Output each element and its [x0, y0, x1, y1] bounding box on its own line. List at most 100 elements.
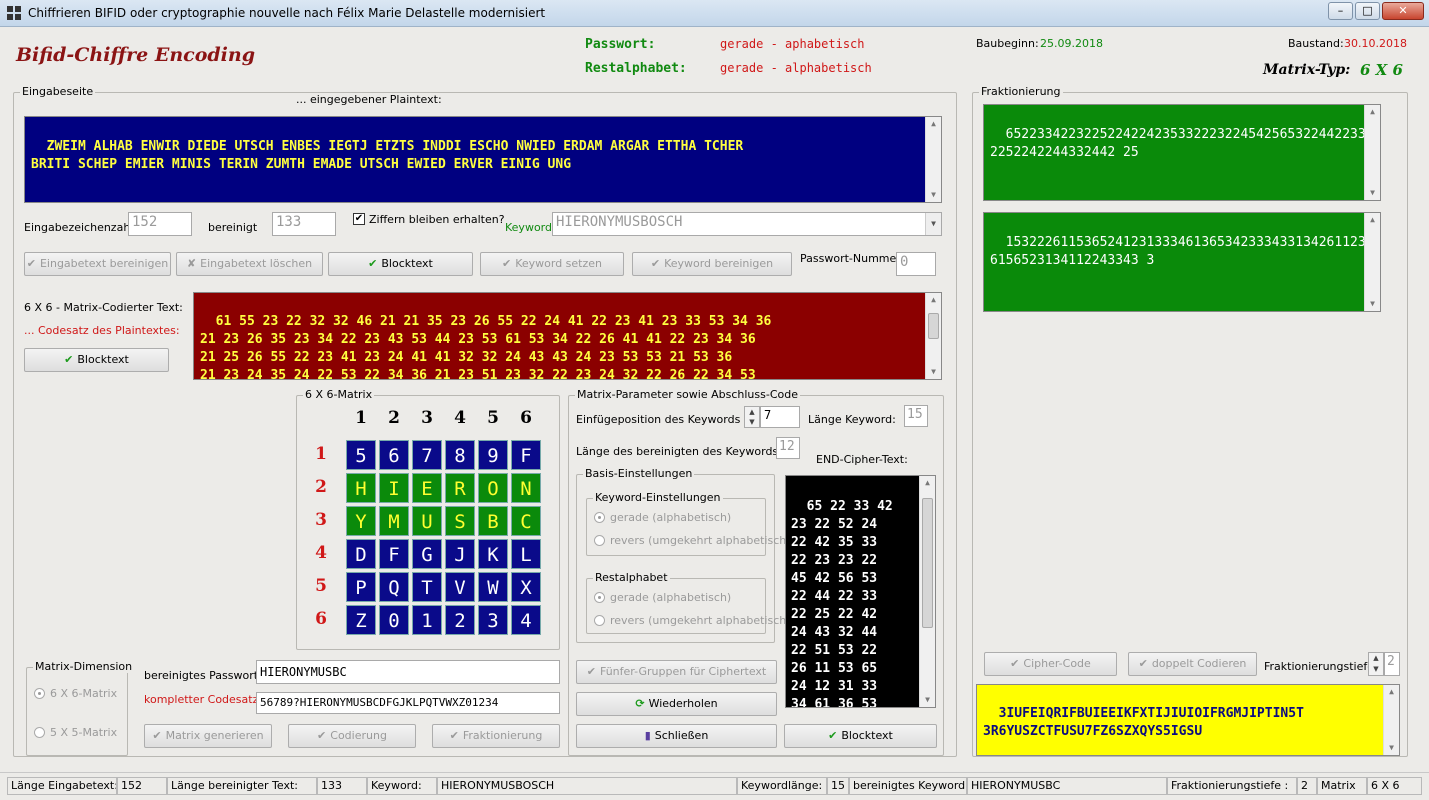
input-count-field[interactable]: 152 — [128, 212, 192, 236]
chevron-down-icon[interactable]: ▼ — [925, 213, 941, 235]
option-6x6[interactable]: 6 X 6-Matrix — [34, 687, 117, 700]
status-keyword-length: 15 — [827, 777, 849, 795]
fraction-depth-spinner[interactable]: ▲ ▼ — [1368, 652, 1384, 676]
close-window-button[interactable]: ✕ — [1382, 2, 1424, 20]
keyword-length-field[interactable]: 15 — [904, 405, 928, 427]
set-keyword-button[interactable]: ✔ Keyword setzen — [480, 252, 624, 276]
kw-option-reverse[interactable]: revers (umgekehrt alphabetisch) — [594, 534, 791, 547]
matrix-row-header: 6 — [315, 609, 327, 629]
app-icon — [7, 6, 21, 20]
keyword-length-label: Länge Keyword: — [808, 413, 896, 426]
matrix-cell: F — [511, 440, 541, 470]
status-input-length-label: Länge Eingabetext: — [7, 777, 117, 795]
matrix-col-header: 1 — [355, 408, 367, 428]
matrix-grid: 123456156789F2HIERON3YMUSBC4DFGJKL5PQTVW… — [306, 408, 556, 648]
restalphabet-mode: gerade - alphabetisch — [720, 61, 872, 75]
baubeginn-label: Baubeginn: — [976, 37, 1039, 50]
coded-text: 61 55 23 22 32 32 46 21 21 35 23 26 55 2… — [200, 314, 772, 380]
matrix-col-header: 5 — [487, 408, 499, 428]
matrix-col-header: 4 — [454, 408, 466, 428]
matrix-cell: 8 — [445, 440, 475, 470]
rest-option-straight[interactable]: gerade (alphabetisch) — [594, 591, 731, 604]
matrix-params-label: Matrix-Parameter sowie Abschluss-Code — [575, 388, 800, 401]
baustand-label: Baustand: — [1288, 37, 1344, 50]
matrix-cell: J — [445, 539, 475, 569]
rest-option-reverse[interactable]: revers (umgekehrt alphabetisch) — [594, 614, 791, 627]
matrix-cell: Y — [346, 506, 376, 536]
baustand-date: 30.10.2018 — [1344, 37, 1407, 50]
double-encode-label: doppelt Codieren — [1151, 657, 1247, 670]
clean-input-button[interactable]: ✔ Eingabetext bereinigen — [24, 252, 171, 276]
option-5x5[interactable]: 5 X 5-Matrix — [34, 726, 117, 739]
password-number-label: Passwort-Nummer — [800, 252, 901, 265]
blocktext-button-1[interactable]: ✔ Blocktext — [328, 252, 473, 276]
close-app-button[interactable]: ▮ Schließen — [576, 724, 777, 748]
matrix-cell: 9 — [478, 440, 508, 470]
double-encode-button[interactable]: ✔ doppelt Codieren — [1128, 652, 1257, 676]
status-bar: Länge Eingabetext: 152 Länge bereinigter… — [0, 772, 1429, 800]
end-cipher-text-area[interactable]: 65 22 33 42 23 22 52 24 22 42 35 33 22 2… — [785, 475, 936, 708]
status-matrix: 6 X 6 — [1367, 777, 1422, 795]
complete-code-field[interactable]: 56789?HIERONYMUSBCDFGJKLPQTVWXZ01234 — [256, 692, 560, 714]
minimize-button[interactable]: – — [1328, 2, 1353, 20]
fraction-button[interactable]: ✔ Fraktionierung — [432, 724, 560, 748]
maximize-button[interactable]: □ — [1355, 2, 1380, 20]
refresh-icon: ⟳ — [635, 697, 645, 710]
matrix-cell: T — [412, 572, 442, 602]
matrix-cell: U — [412, 506, 442, 536]
plaintext-input[interactable]: ZWEIM ALHAB ENWIR DIEDE UTSCH ENBES IEGT… — [24, 116, 942, 203]
end-cipher-label: END-Cipher-Text: — [816, 453, 908, 466]
rest-option-straight-label: gerade (alphabetisch) — [610, 591, 732, 604]
insert-pos-field[interactable]: 7 — [760, 406, 800, 428]
password-number-field[interactable]: 0 — [896, 252, 936, 276]
status-clean-keyword-label: bereinigtes Keyword: — [849, 777, 967, 795]
window-title: Chiffrieren BIFID oder cryptographie nou… — [28, 6, 546, 20]
matrix-row-header: 4 — [315, 543, 327, 563]
fraction-depth-field[interactable]: 2 — [1384, 652, 1400, 676]
digits-checkbox[interactable]: ✔ — [353, 213, 365, 225]
generate-matrix-button[interactable]: ✔ Matrix generieren — [144, 724, 272, 748]
matrix-cell: B — [478, 506, 508, 536]
clean-keyword-length-field[interactable]: 12 — [776, 437, 800, 459]
matrix-cell: V — [445, 572, 475, 602]
matrix-cell: 1 — [412, 605, 442, 635]
check-icon: ✔ — [586, 665, 596, 678]
matrix-col-header: 6 — [520, 408, 532, 428]
matrix-cell: X — [511, 572, 541, 602]
insert-pos-spinner[interactable]: ▲ ▼ — [744, 406, 760, 428]
encode-button[interactable]: ✔ Codierung — [288, 724, 416, 748]
blocktext-button-2[interactable]: ✔ Blocktext — [24, 348, 169, 372]
fraction-depth-label: Fraktionierungstiefe — [1264, 660, 1375, 673]
delete-input-button[interactable]: ✘ Eingabetext löschen — [176, 252, 323, 276]
cleaned-count-field[interactable]: 133 — [272, 212, 336, 236]
clean-password-field[interactable]: HIERONYMUSBC — [256, 660, 560, 684]
matrix-cell: R — [445, 473, 475, 503]
matrix-cell: 2 — [445, 605, 475, 635]
fraction-row-1-text: 6522334223225224224235332223224542565322… — [990, 127, 1374, 160]
digits-checkbox-label: Ziffern bleiben erhalten? — [369, 213, 505, 226]
coded-text-area[interactable]: 61 55 23 22 32 32 46 21 21 35 23 26 55 2… — [193, 292, 942, 380]
clean-keyword-button[interactable]: ✔ Keyword bereinigen — [632, 252, 792, 276]
restalphabet-label: Restalphabet: — [585, 61, 687, 76]
kw-option-straight-label: gerade (alphabetisch) — [610, 511, 732, 524]
fraction-row-1[interactable]: 6522334223225224224235332223224542565322… — [983, 104, 1381, 201]
status-fraction-depth-label: Fraktionierungstiefe : — [1167, 777, 1297, 795]
radio-icon — [594, 512, 605, 523]
matrix-cell: C — [511, 506, 541, 536]
matrix-dimension-label: Matrix-Dimension — [33, 660, 135, 673]
set-keyword-label: Keyword setzen — [515, 257, 603, 270]
cleaned-count-label: bereinigt — [208, 221, 258, 234]
matrix-cell: 4 — [511, 605, 541, 635]
blocktext-button-3[interactable]: ✔ Blocktext — [784, 724, 937, 748]
five-groups-button[interactable]: ✔ Fünfer-Gruppen für Ciphertext — [576, 660, 777, 684]
matrix-cell: P — [346, 572, 376, 602]
encode-label: Codierung — [330, 729, 387, 742]
kw-option-straight[interactable]: gerade (alphabetisch) — [594, 511, 731, 524]
keyword-select[interactable]: HIERONYMUSBOSCH ▼ — [552, 212, 942, 236]
matrix-cell: O — [478, 473, 508, 503]
cipher-code-button[interactable]: ✔ Cipher-Code — [984, 652, 1117, 676]
repeat-button[interactable]: ⟳ Wiederholen — [576, 692, 777, 716]
fraction-row-2[interactable]: 1532226115365241231333461365342333433134… — [983, 212, 1381, 312]
radio-icon — [594, 535, 605, 546]
cipher-output[interactable]: 3IUFEIQRIFBUIEEIKFXTIJIUIOIFRGMJIPTIN5T … — [976, 684, 1400, 756]
